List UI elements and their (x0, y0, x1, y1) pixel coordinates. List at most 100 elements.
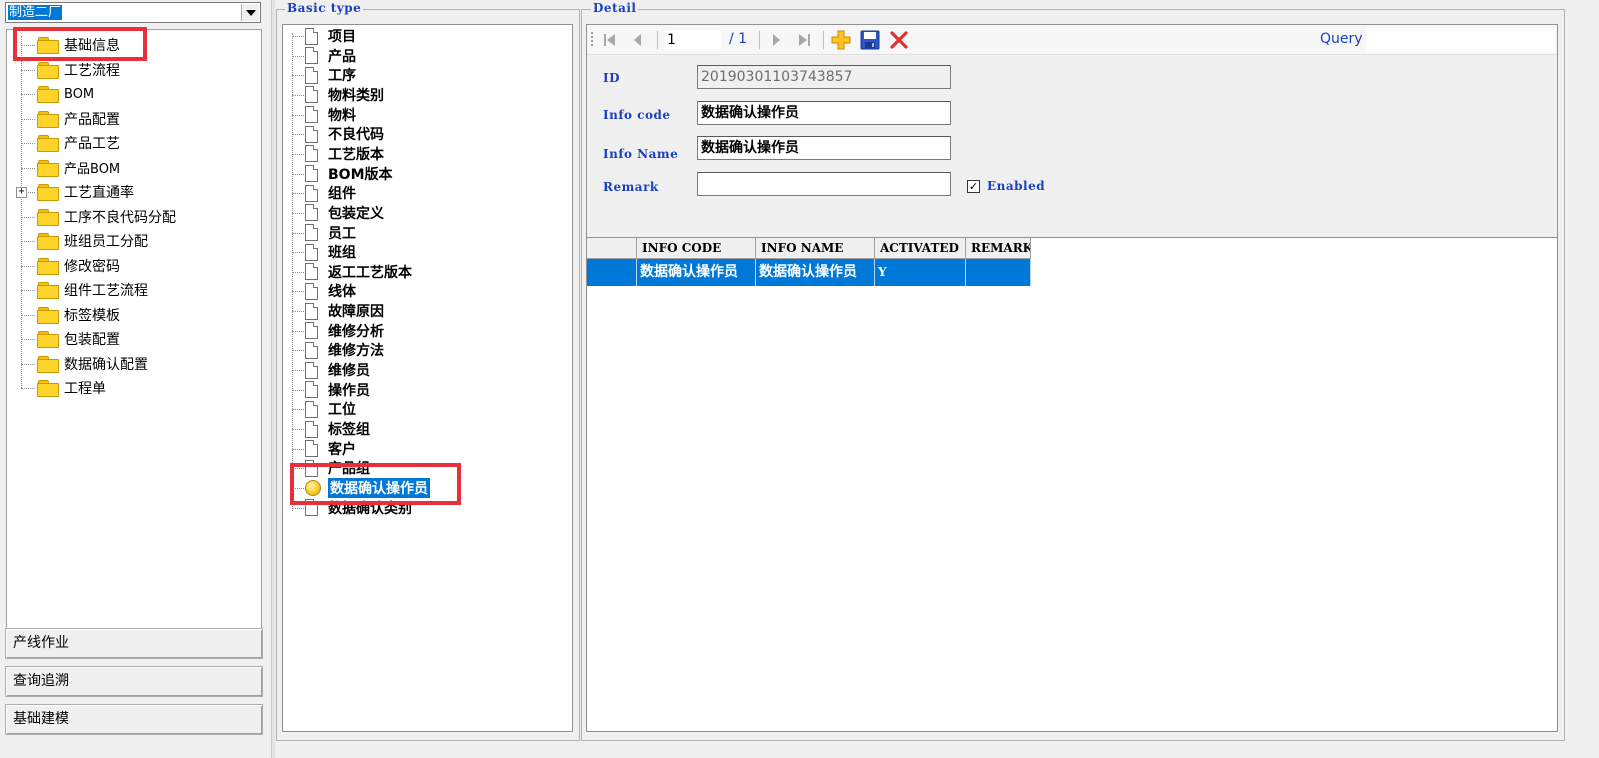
folder-icon (37, 257, 59, 275)
document-icon (305, 341, 318, 359)
tree-item-label: 工序不良代码分配 (64, 209, 176, 226)
enabled-checkbox[interactable]: ✓ (967, 180, 980, 193)
grid-cell-info-code[interactable]: 数据确认操作员 (637, 259, 756, 286)
info-code-field[interactable]: 数据确认操作员 (697, 101, 951, 125)
basic-type-label: 线体 (328, 284, 356, 301)
tree-connector (292, 468, 304, 470)
basic-type-label: 操作员 (328, 382, 370, 399)
tree-connector (292, 311, 304, 313)
document-icon (305, 361, 318, 379)
tree-item[interactable]: 产品工艺 (21, 132, 120, 154)
tree-item[interactable]: 产品BOM (21, 157, 121, 179)
document-icon (305, 204, 318, 222)
folder-icon (37, 110, 59, 128)
last-page-icon[interactable] (793, 29, 815, 51)
info-name-field[interactable]: 数据确认操作员 (697, 136, 951, 160)
function-tree[interactable]: 基础信息工艺流程 BOM 产品配置 产品工艺产品BOM + 工艺直通率工序不良代码分配班组… (6, 29, 262, 635)
tree-item[interactable]: BOM (21, 83, 95, 105)
chevron-down-icon[interactable] (241, 4, 259, 21)
tree-item[interactable]: 修改密码 (21, 255, 120, 277)
folder-icon (37, 306, 59, 324)
tree-connector (292, 330, 304, 332)
plant-select-value: 制造二厂 (8, 5, 63, 20)
first-page-icon[interactable] (599, 29, 621, 51)
grid-row-header[interactable] (587, 259, 637, 286)
folder-icon (37, 135, 59, 152)
basic-type-label: 维修方法 (328, 343, 384, 360)
grid-cell-activated[interactable]: Y (875, 259, 966, 286)
tree-item[interactable]: 数据确认配置 (21, 353, 148, 375)
tree-connector (292, 448, 304, 450)
basic-type-label: 产品组 (328, 461, 370, 478)
document-icon (305, 243, 318, 261)
id-field[interactable]: 20190301103743857 (697, 65, 951, 89)
tree-connector (292, 232, 304, 234)
tree-item[interactable]: 基础信息 (21, 34, 120, 56)
prev-page-icon[interactable] (627, 29, 649, 51)
tree-item[interactable]: 工程单 (21, 377, 106, 399)
tree-connector (292, 75, 304, 77)
tree-connector (292, 153, 304, 155)
query-button[interactable]: Query (1320, 31, 1363, 47)
tree-connector (21, 265, 35, 267)
tree-connector (21, 388, 35, 389)
plant-select[interactable]: 制造二厂 (5, 2, 261, 23)
detail-form: ID 20190301103743857 Info code 数据确认操作员 I… (587, 55, 1557, 237)
info-name-label: Info Name (603, 147, 679, 161)
tree-item[interactable]: 班组员工分配 (21, 230, 148, 252)
document-icon (305, 106, 318, 124)
document-icon (305, 27, 318, 45)
nav-button-query-trace[interactable]: 查询追溯 (5, 666, 263, 697)
detail-toolbar: 1 / 1 Query (587, 25, 1557, 55)
folder-icon (37, 37, 59, 54)
delete-icon[interactable] (888, 29, 910, 51)
tree-connector (21, 143, 35, 144)
tree-item[interactable]: 组件工艺流程 (21, 279, 148, 301)
grid-header-info-code[interactable]: INFO CODE (637, 238, 756, 259)
tree-item-label: BOM (64, 86, 95, 102)
query-input[interactable] (1367, 28, 1555, 52)
basic-type-label: 组件 (328, 186, 356, 203)
grid-cell-remark[interactable] (966, 259, 1031, 286)
tree-item[interactable]: 标签模板 (21, 304, 120, 326)
toolbar-separator (657, 31, 658, 49)
tree-item[interactable]: 包装配置 (21, 328, 120, 350)
tree-item-label: 基础信息 (64, 38, 120, 54)
tree-item-label: 修改密码 (64, 258, 120, 275)
tree-connector (292, 114, 304, 116)
save-icon[interactable] (859, 29, 881, 51)
remark-field[interactable] (697, 172, 951, 196)
grid-header-remark[interactable]: REMARK (966, 238, 1031, 259)
tree-item[interactable]: 工序不良代码分配 (21, 206, 176, 228)
next-page-icon[interactable] (765, 29, 787, 51)
tree-item[interactable]: 工艺流程 (21, 59, 120, 81)
panel-splitter[interactable] (271, 0, 275, 758)
grid-header-activated[interactable]: ACTIVATED (875, 238, 966, 259)
nav-button-basic-modeling[interactable]: 基础建模 (5, 704, 263, 735)
folder-icon (37, 159, 59, 177)
enabled-label: Enabled (987, 179, 1046, 193)
basic-type-item[interactable]: 数据确认类别 (292, 497, 412, 519)
tree-item[interactable]: 产品配置 (21, 108, 120, 130)
expand-icon[interactable]: + (16, 187, 27, 198)
tree-item-label: 产品BOM (64, 162, 121, 177)
nav-button-line-operations[interactable]: 产线作业 (5, 628, 263, 659)
basic-type-label: 工艺版本 (328, 146, 384, 163)
page-number-input[interactable]: 1 (665, 30, 721, 50)
grid-row-header-corner (587, 238, 637, 259)
id-label: ID (603, 71, 621, 85)
detail-legend: Detail (591, 1, 639, 15)
grid-cell-info-name[interactable]: 数据确认操作员 (756, 259, 875, 286)
document-icon (305, 86, 318, 104)
basic-type-label: 班组 (328, 245, 356, 262)
tree-connector (21, 314, 35, 316)
add-icon[interactable] (830, 29, 852, 51)
basic-type-tree[interactable]: 项目 产品 工序 物料类别 物料 不良代码 工艺版本 BOM版本 组件 包装定义 员工 班组 返工工艺版… (282, 24, 573, 732)
tree-item[interactable]: + 工艺直通率 (16, 181, 134, 203)
tree-item-label: 标签模板 (64, 307, 120, 324)
folder-icon (37, 355, 59, 373)
tree-item-label: 组件工艺流程 (64, 283, 148, 299)
folder-icon (37, 233, 59, 250)
tree-connector (21, 69, 35, 71)
grid-header-info-name[interactable]: INFO NAME (756, 238, 875, 259)
